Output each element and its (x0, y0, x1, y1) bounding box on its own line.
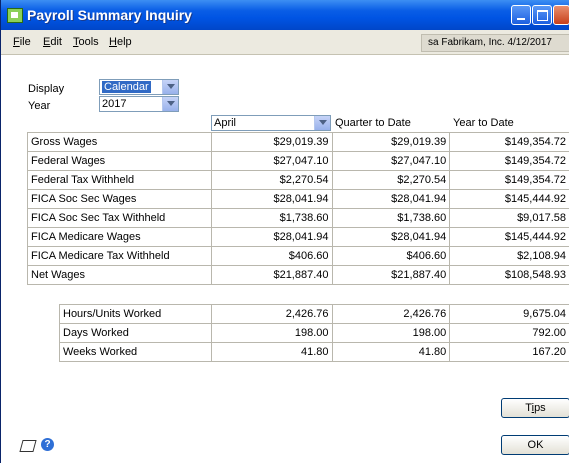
period-value-cell: 41.80 (210, 342, 333, 362)
wages-table: Gross Wages $29,019.39 $29,019.39 $149,354.… (27, 132, 569, 285)
period-value-cell: $29,019.39 (210, 132, 333, 152)
table-row: Weeks Worked 41.80 41.80 167.20 (59, 342, 569, 362)
year-value: 2017 (102, 98, 127, 110)
qtd-value-cell: 198.00 (331, 323, 451, 343)
period-value-cell: $28,041.94 (210, 227, 333, 247)
ytd-value-cell: $145,444.92 (449, 189, 569, 209)
close-button[interactable] (553, 5, 569, 25)
user-company-date: sa Fabrikam, Inc. 4/12/2017 (421, 34, 569, 52)
qtd-value-cell: $28,041.94 (331, 227, 451, 247)
qtd-value-cell: 41.80 (331, 342, 451, 362)
ytd-value-cell: 9,675.04 (449, 304, 569, 324)
table-row: Hours/Units Worked 2,426.76 2,426.76 9,675.… (59, 304, 569, 324)
period-value-cell: $27,047.10 (210, 151, 333, 171)
ytd-value-cell: 792.00 (449, 323, 569, 343)
row-label: Federal Wages (27, 151, 212, 171)
period-value-cell: $1,738.60 (210, 208, 333, 228)
title-bar: Payroll Summary Inquiry (1, 0, 569, 30)
menu-tools-rest: ools (78, 36, 99, 48)
qtd-value-cell: $21,887.40 (331, 265, 451, 285)
menu-help[interactable]: Help (109, 36, 132, 48)
ytd-value-cell: $9,017.58 (449, 208, 569, 228)
table-row: FICA Medicare Tax Withheld $406.60 $406.60… (27, 246, 569, 266)
table-row: Federal Tax Withheld $2,270.54 $2,270.54 $1… (27, 170, 569, 190)
row-label: FICA Medicare Wages (27, 227, 212, 247)
hours-table: Hours/Units Worked 2,426.76 2,426.76 9,675.… (59, 304, 569, 362)
menu-tools[interactable]: Tools (73, 36, 99, 48)
chevron-down-icon (162, 97, 178, 111)
maximize-button[interactable] (532, 5, 552, 25)
period-dropdown[interactable]: April (211, 115, 331, 131)
table-row: Federal Wages $27,047.10 $27,047.10 $149,35… (27, 151, 569, 171)
row-label: FICA Soc Sec Wages (27, 189, 212, 209)
menu-help-rest: elp (116, 36, 132, 48)
row-label: Net Wages (27, 265, 212, 285)
ok-button[interactable]: OK (501, 435, 569, 455)
table-row: FICA Medicare Wages $28,041.94 $28,041.94 $… (27, 227, 569, 247)
row-label: Hours/Units Worked (59, 304, 212, 324)
tips-post: ps (534, 402, 546, 414)
row-label: Gross Wages (27, 132, 212, 152)
table-row: Net Wages $21,887.40 $21,887.40 $108,548.93 (27, 265, 569, 285)
menu-file-accel: F (13, 36, 20, 48)
period-value-cell: 198.00 (210, 323, 333, 343)
table-row: FICA Soc Sec Wages $28,041.94 $28,041.94 $1… (27, 189, 569, 209)
row-label: FICA Medicare Tax Withheld (27, 246, 212, 266)
row-label: Days Worked (59, 323, 212, 343)
ytd-value-cell: $145,444.92 (449, 227, 569, 247)
period-value: April (214, 117, 237, 129)
qtd-value-cell: $1,738.60 (331, 208, 451, 228)
display-label: Display (28, 83, 65, 95)
display-dropdown[interactable]: Calendar (99, 79, 179, 95)
menu-file-rest: ile (19, 36, 31, 48)
menu-edit[interactable]: Edit (43, 36, 62, 48)
app-icon (7, 8, 23, 23)
row-label: FICA Soc Sec Tax Withheld (27, 208, 212, 228)
minimize-button[interactable] (511, 5, 531, 25)
year-dropdown[interactable]: 2017 (99, 96, 179, 112)
period-value-cell: 2,426.76 (210, 304, 333, 324)
qtd-value-cell: $406.60 (331, 246, 451, 266)
qtd-value-cell: $28,041.94 (331, 189, 451, 209)
menu-edit-rest: dit (50, 36, 62, 48)
window-title: Payroll Summary Inquiry (27, 7, 192, 23)
tips-button[interactable]: Tips (501, 398, 569, 418)
period-value-cell: $21,887.40 (210, 265, 333, 285)
row-label: Federal Tax Withheld (27, 170, 212, 190)
table-row: Gross Wages $29,019.39 $29,019.39 $149,354.… (27, 132, 569, 152)
ytd-value-cell: $108,548.93 (449, 265, 569, 285)
chevron-down-icon (314, 116, 330, 130)
year-label: Year (28, 100, 51, 112)
help-icon[interactable]: ? (41, 438, 54, 451)
qtd-value-cell: $2,270.54 (331, 170, 451, 190)
qtd-value-cell: 2,426.76 (331, 304, 451, 324)
inquiry-content: Display Calendar Year 2017 April Quarter… (1, 55, 569, 463)
period-value-cell: $406.60 (210, 246, 333, 266)
ytd-column-header: Year to Date (453, 117, 514, 129)
ytd-value-cell: $2,108.94 (449, 246, 569, 266)
display-value: Calendar (102, 81, 151, 93)
chevron-down-icon (162, 80, 178, 94)
menu-help-accel: H (109, 36, 117, 48)
ytd-value-cell: 167.20 (449, 342, 569, 362)
payroll-summary-window: Payroll Summary Inquiry File Edit Tools … (0, 0, 569, 463)
ytd-value-cell: $149,354.72 (449, 151, 569, 171)
qtd-column-header: Quarter to Date (335, 117, 411, 129)
table-row: FICA Soc Sec Tax Withheld $1,738.60 $1,738… (27, 208, 569, 228)
row-label: Weeks Worked (59, 342, 212, 362)
period-value-cell: $28,041.94 (210, 189, 333, 209)
qtd-value-cell: $29,019.39 (331, 132, 451, 152)
ytd-value-cell: $149,354.72 (449, 132, 569, 152)
period-value-cell: $2,270.54 (210, 170, 333, 190)
ytd-value-cell: $149,354.72 (449, 170, 569, 190)
menu-file[interactable]: File (13, 36, 31, 48)
table-row: Days Worked 198.00 198.00 792.00 (59, 323, 569, 343)
qtd-value-cell: $27,047.10 (331, 151, 451, 171)
